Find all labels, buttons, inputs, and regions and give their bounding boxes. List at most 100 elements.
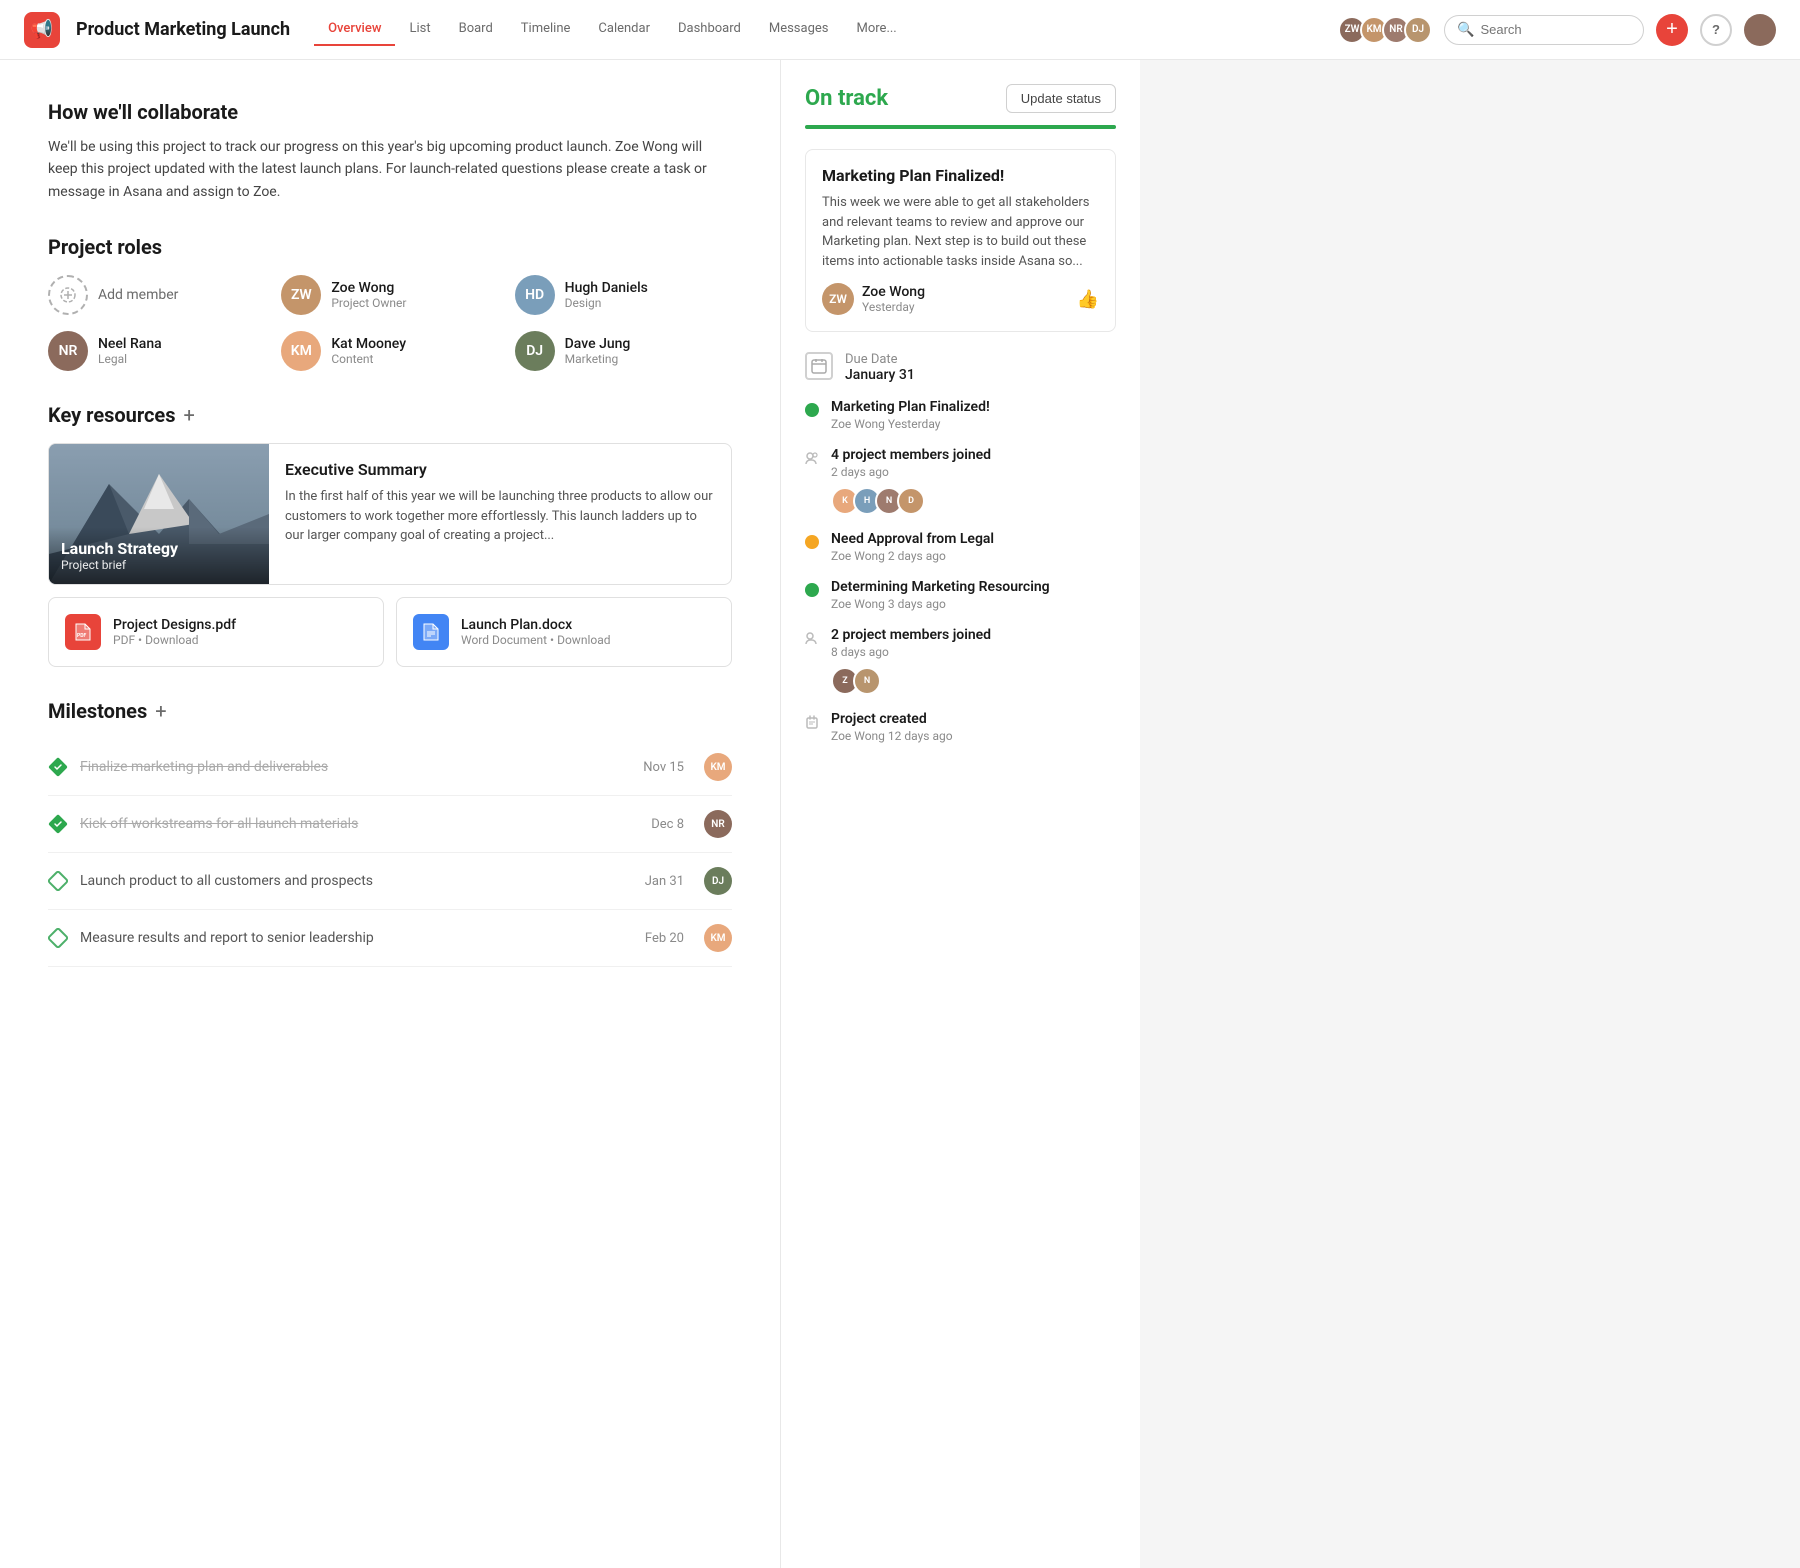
file-pdf[interactable]: PDF Project Designs.pdf PDF • Download (48, 597, 384, 667)
add-member-item[interactable]: Add member (48, 275, 265, 315)
featured-resource-card[interactable]: Launch Strategy Project brief Executive … (48, 443, 732, 585)
status-author-time: Yesterday (862, 300, 925, 314)
project-roles-section: Project roles Add member (48, 235, 732, 371)
add-milestone-button[interactable]: + (155, 699, 166, 723)
milestone-assignee-2: NR (704, 810, 732, 838)
team-avatar-4[interactable]: DJ (1404, 16, 1432, 44)
milestone-assignee-3: DJ (704, 867, 732, 895)
status-author-avatar: ZW (822, 283, 854, 315)
collaborate-section: How we'll collaborate We'll be using thi… (48, 100, 732, 203)
add-member-label: Add member (98, 287, 178, 303)
search-bar[interactable]: 🔍 (1444, 15, 1644, 45)
svg-text:PDF: PDF (77, 633, 86, 639)
milestone-text-1: Finalize marketing plan and deliverables (80, 759, 631, 775)
milestone-icon-1 (48, 757, 68, 777)
due-date-label: Due Date (845, 352, 915, 367)
role-title-dave: Marketing (565, 352, 631, 366)
nav-calendar[interactable]: Calendar (584, 13, 664, 46)
roles-title: Project roles (48, 235, 732, 259)
due-date-item: Due Date January 31 (805, 352, 1116, 383)
status-update-title: Marketing Plan Finalized! (822, 166, 1099, 185)
nav-more[interactable]: More... (843, 13, 911, 46)
pdf-icon: PDF (65, 614, 101, 650)
like-button[interactable]: 👍 (1077, 289, 1099, 310)
search-icon: 🔍 (1457, 22, 1474, 38)
timeline-item-4: Determining Marketing Resourcing Zoe Won… (805, 579, 1116, 611)
timeline-content-4: Determining Marketing Resourcing Zoe Won… (831, 579, 1050, 611)
member-avatar-4: D (897, 487, 925, 515)
team-avatars: ZW KM NR DJ (1338, 16, 1432, 44)
role-title-kat: Content (331, 352, 406, 366)
timeline-icon-5 (805, 631, 819, 645)
update-status-button[interactable]: Update status (1006, 84, 1116, 113)
timeline-content-3: Need Approval from Legal Zoe Wong 2 days… (831, 531, 994, 563)
status-label: On track (805, 86, 888, 111)
timeline-subtitle-3: Zoe Wong 2 days ago (831, 549, 994, 563)
milestone-date-3: Jan 31 (645, 874, 684, 889)
timeline-title-1: Marketing Plan Finalized! (831, 399, 990, 415)
timeline-subtitle-1: Zoe Wong Yesterday (831, 417, 990, 431)
milestone-2: Kick off workstreams for all launch mate… (48, 796, 732, 853)
role-name-kat: Kat Mooney (331, 336, 406, 352)
due-date-content: Due Date January 31 (845, 352, 915, 383)
project-title: Product Marketing Launch (76, 19, 290, 40)
timeline-title-6: Project created (831, 711, 953, 727)
role-name-zoe: Zoe Wong (331, 280, 406, 296)
role-name-neel: Neel Rana (98, 336, 162, 352)
milestone-text-3: Launch product to all customers and pros… (80, 873, 633, 889)
status-update-text: This week we were able to get all stakeh… (822, 193, 1099, 271)
timeline-icon-2 (805, 451, 819, 465)
milestone-text-2: Kick off workstreams for all launch mate… (80, 816, 639, 832)
role-name-dave: Dave Jung (565, 336, 631, 352)
collaborate-title: How we'll collaborate (48, 100, 732, 124)
timeline-item-1: Marketing Plan Finalized! Zoe Wong Yeste… (805, 399, 1116, 431)
resource-image-subtitle: Project brief (61, 558, 257, 572)
timeline-subtitle-2: 2 days ago (831, 465, 991, 479)
timeline-subtitle-4: Zoe Wong 3 days ago (831, 597, 1050, 611)
timeline-item-3: Need Approval from Legal Zoe Wong 2 days… (805, 531, 1116, 563)
file-doc[interactable]: Launch Plan.docx Word Document • Downloa… (396, 597, 732, 667)
status-author: ZW Zoe Wong Yesterday 👍 (822, 283, 1099, 315)
nav-dashboard[interactable]: Dashboard (664, 13, 755, 46)
milestone-text-4: Measure results and report to senior lea… (80, 930, 633, 946)
milestone-icon-3 (48, 871, 68, 891)
calendar-icon (805, 352, 833, 380)
role-kat: KM Kat Mooney Content (281, 331, 498, 371)
add-resource-button[interactable]: + (184, 403, 195, 427)
left-content: How we'll collaborate We'll be using thi… (0, 60, 780, 1568)
role-neel: NR Neel Rana Legal (48, 331, 265, 371)
timeline-content-6: Project created Zoe Wong 12 days ago (831, 711, 953, 743)
timeline-subtitle-6: Zoe Wong 12 days ago (831, 729, 953, 743)
nav-overview[interactable]: Overview (314, 13, 395, 46)
help-button[interactable]: ? (1700, 14, 1732, 46)
timeline-icon-3 (805, 535, 819, 549)
nav-messages[interactable]: Messages (755, 13, 843, 46)
header-nav: Overview List Board Timeline Calendar Da… (314, 13, 911, 46)
file-pdf-info: Project Designs.pdf PDF • Download (113, 617, 236, 647)
add-button[interactable]: + (1656, 14, 1688, 46)
milestone-icon-2 (48, 814, 68, 834)
timeline-icon-4 (805, 583, 819, 597)
resource-image-overlay: Launch Strategy Project brief (49, 527, 269, 584)
main-layout: How we'll collaborate We'll be using thi… (0, 60, 1800, 1568)
role-title-zoe: Project Owner (331, 296, 406, 310)
timeline-subtitle-5: 8 days ago (831, 645, 991, 659)
nav-timeline[interactable]: Timeline (507, 13, 585, 46)
nav-board[interactable]: Board (445, 13, 507, 46)
search-input[interactable] (1480, 22, 1631, 37)
collaborate-description: We'll be using this project to track our… (48, 136, 732, 203)
timeline-item-2: 4 project members joined 2 days ago K H … (805, 447, 1116, 515)
milestones-header: Milestones + (48, 699, 732, 723)
header: 📢 Product Marketing Launch Overview List… (0, 0, 1800, 60)
milestone-date-2: Dec 8 (651, 817, 684, 832)
user-avatar[interactable] (1744, 14, 1776, 46)
nav-list[interactable]: List (395, 13, 444, 46)
timeline-content-1: Marketing Plan Finalized! Zoe Wong Yeste… (831, 399, 990, 431)
resources-title: Key resources (48, 403, 176, 427)
timeline-title-5: 2 project members joined (831, 627, 991, 643)
timeline-content-5: 2 project members joined 8 days ago Z N (831, 627, 991, 695)
milestone-1: Finalize marketing plan and deliverables… (48, 739, 732, 796)
doc-filename: Launch Plan.docx (461, 617, 611, 633)
roles-grid: Add member ZW Zoe Wong Project Owner HD … (48, 275, 732, 371)
key-resources-section: Key resources + (48, 403, 732, 667)
